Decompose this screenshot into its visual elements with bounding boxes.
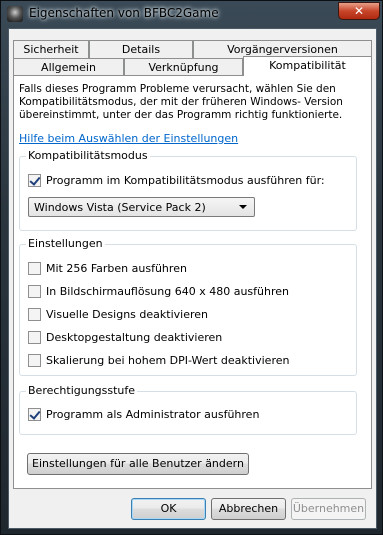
setting-dpi-scaling[interactable]: Skalierung bei hohem DPI-Wert deaktivier… — [28, 352, 289, 368]
privilege-label: Berechtigungsstufe — [26, 384, 138, 397]
settings-label: Einstellungen — [26, 237, 105, 250]
tab-allgemein[interactable]: Allgemein — [13, 58, 124, 76]
setting-desktop-composition-label: Desktopgestaltung deaktivieren — [46, 330, 223, 344]
privilege-group: Berechtigungsstufe Programm als Administ… — [19, 384, 357, 435]
setting-visual-designs[interactable]: Visuelle Designs deaktivieren — [28, 306, 208, 322]
tab-verknuepfung[interactable]: Verknüpfung — [124, 58, 243, 76]
os-version-dropdown[interactable]: Windows Vista (Service Pack 2) — [28, 197, 255, 217]
tab-sicherheit[interactable]: Sicherheit — [13, 40, 89, 58]
setting-640x480-label: In Bildschirmauflösung 640 x 480 ausführ… — [46, 284, 289, 298]
help-link[interactable]: Hilfe beim Auswählen der Einstellungen — [19, 132, 238, 145]
window-title: Eigenschaften von BFBC2Game — [29, 6, 219, 20]
compat-mode-checkbox-label: Programm im Kompatibilitätsmodus ausführ… — [46, 173, 325, 187]
settings-group: Einstellungen Mit 256 Farben ausführen I… — [19, 237, 357, 376]
setting-desktop-composition[interactable]: Desktopgestaltung deaktivieren — [28, 329, 222, 345]
setting-256-colors-label: Mit 256 Farben ausführen — [46, 261, 187, 275]
setting-256-colors[interactable]: Mit 256 Farben ausführen — [28, 260, 187, 276]
cancel-button[interactable]: Abbrechen — [211, 498, 286, 520]
os-version-value: Windows Vista (Service Pack 2) — [34, 201, 206, 214]
compat-mode-checkbox-row[interactable]: Programm im Kompatibilitätsmodus ausführ… — [28, 172, 325, 188]
properties-window: Eigenschaften von BFBC2Game ✕ Sicherheit… — [0, 0, 383, 535]
compatibility-panel: Falls dieses Programm Probleme verursach… — [13, 75, 372, 489]
all-users-button[interactable]: Einstellungen für alle Benutzer ändern — [27, 453, 249, 475]
setting-visual-designs-checkbox[interactable] — [28, 307, 41, 321]
admin-checkbox[interactable] — [28, 407, 41, 421]
title-bar[interactable]: Eigenschaften von BFBC2Game ✕ — [1, 1, 382, 27]
intro-text: Falls dieses Programm Probleme verursach… — [19, 83, 343, 121]
chevron-down-icon — [239, 205, 247, 209]
apply-button[interactable]: Übernehmen — [291, 498, 366, 520]
setting-640x480[interactable]: In Bildschirmauflösung 640 x 480 ausführ… — [28, 283, 289, 299]
dialog-body: Sicherheit Details Vorgängerversionen Al… — [8, 28, 377, 529]
compat-mode-checkbox[interactable] — [28, 173, 41, 187]
admin-checkbox-label: Programm als Administrator ausführen — [46, 407, 260, 421]
setting-dpi-scaling-checkbox[interactable] — [28, 353, 41, 367]
app-icon — [7, 6, 23, 22]
tab-details[interactable]: Details — [89, 40, 193, 58]
tab-kompatibilitaet[interactable]: Kompatibilität — [243, 56, 372, 76]
setting-visual-designs-label: Visuelle Designs deaktivieren — [46, 307, 208, 321]
ok-button[interactable]: OK — [131, 498, 206, 520]
admin-checkbox-row[interactable]: Programm als Administrator ausführen — [28, 406, 259, 422]
compat-mode-label: Kompatibilitätsmodus — [26, 149, 150, 162]
setting-256-colors-checkbox[interactable] — [28, 261, 41, 275]
setting-640x480-checkbox[interactable] — [28, 284, 41, 298]
compat-mode-group: Kompatibilitätsmodus Programm im Kompati… — [19, 149, 357, 231]
close-button[interactable]: ✕ — [338, 2, 380, 20]
setting-dpi-scaling-label: Skalierung bei hohem DPI-Wert deaktivier… — [46, 353, 290, 367]
setting-desktop-composition-checkbox[interactable] — [28, 330, 41, 344]
